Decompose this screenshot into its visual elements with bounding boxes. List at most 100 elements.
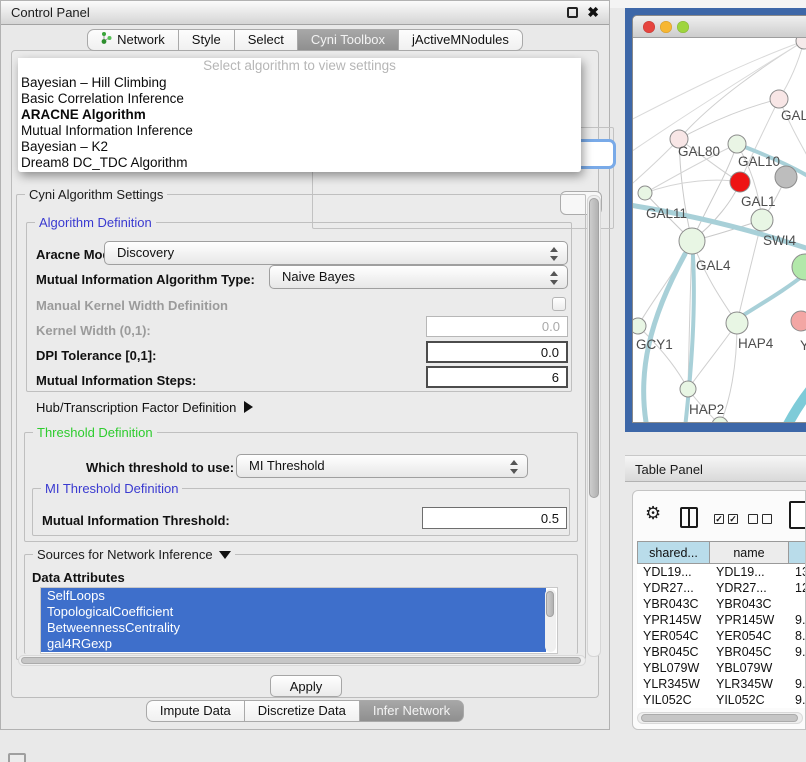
- mi-algorithm-type-select[interactable]: Naive Bayes: [269, 265, 568, 289]
- tab-cyni-toolbox[interactable]: Cyni Toolbox: [298, 29, 399, 51]
- data-attribute-item[interactable]: SelfLoops: [41, 588, 546, 604]
- settings-hscrollbar-track[interactable]: [18, 655, 586, 666]
- network-node[interactable]: [638, 186, 652, 200]
- close-icon[interactable]: [587, 4, 599, 21]
- network-node[interactable]: [726, 312, 748, 334]
- document-icon[interactable]: [789, 501, 806, 529]
- algorithm-menu-item[interactable]: ARACNE Algorithm: [18, 107, 581, 123]
- network-node[interactable]: [728, 135, 746, 153]
- attributes-vscrollbar-track[interactable]: [545, 589, 556, 652]
- mac-close-button[interactable]: [643, 21, 655, 33]
- mac-zoom-button[interactable]: [677, 21, 689, 33]
- table-row[interactable]: YBR045CYBR045C9.: [637, 644, 806, 660]
- tab-discretize-data[interactable]: Discretize Data: [245, 700, 360, 722]
- table-row[interactable]: YIL052CYIL052C9.: [637, 692, 806, 708]
- tab-style[interactable]: Style: [179, 29, 235, 51]
- network-canvas[interactable]: GALGAL80GAL10GAL1GAL11SWI4GAL4GCY1HAP4YH…: [633, 38, 806, 423]
- table-column-header[interactable]: shared...: [637, 541, 710, 564]
- tab-impute-data[interactable]: Impute Data: [146, 700, 245, 722]
- algorithm-definition-label: Algorithm Definition: [35, 215, 156, 230]
- network-edge[interactable]: [633, 41, 804, 123]
- deselect-all-checkbox-icon[interactable]: [762, 514, 772, 524]
- network-node[interactable]: [796, 38, 806, 49]
- control-panel-title: Control Panel: [11, 5, 90, 20]
- table-row[interactable]: YBL079WYBL079W: [637, 660, 806, 676]
- deselect-all-checkbox-icon[interactable]: [748, 514, 758, 524]
- algorithm-menu-item[interactable]: Bayesian – Hill Climbing: [18, 75, 581, 91]
- tab-network[interactable]: Network: [87, 29, 179, 51]
- collapse-down-icon[interactable]: [219, 551, 231, 559]
- data-attribute-item[interactable]: BetweennessCentrality: [41, 620, 546, 636]
- network-edge[interactable]: [688, 323, 737, 389]
- mi-steps-input[interactable]: 6: [426, 366, 568, 388]
- panel-grip[interactable]: [8, 753, 26, 762]
- network-edge[interactable]: [679, 41, 804, 139]
- algorithm-menu-item[interactable]: Basic Correlation Inference: [18, 91, 581, 107]
- settings-vscrollbar-track[interactable]: [587, 195, 601, 657]
- network-edge[interactable]: [692, 241, 737, 323]
- network-edge[interactable]: [785, 384, 806, 423]
- float-window-icon[interactable]: [567, 7, 578, 18]
- settings-vscrollbar-thumb[interactable]: [589, 198, 599, 498]
- tab-select[interactable]: Select: [235, 29, 298, 51]
- table-hscrollbar-thumb[interactable]: [641, 714, 798, 722]
- table-row[interactable]: YLR345WYLR345W9.: [637, 676, 806, 692]
- data-attributes-list[interactable]: SelfLoopsTopologicalCoefficientBetweenne…: [40, 587, 558, 654]
- which-threshold-select[interactable]: MI Threshold: [236, 454, 528, 478]
- apply-button[interactable]: Apply: [270, 675, 342, 697]
- table-row[interactable]: YDR27...YDR27...12: [637, 580, 806, 596]
- table-row[interactable]: YBR043CYBR043C: [637, 596, 806, 612]
- sources-group-label[interactable]: Sources for Network Inference: [33, 547, 235, 562]
- tab-infer-network[interactable]: Infer Network: [360, 700, 464, 722]
- network-node[interactable]: [770, 90, 788, 108]
- network-node[interactable]: [633, 318, 646, 334]
- network-node[interactable]: [679, 228, 705, 254]
- network-graph[interactable]: GALGAL80GAL10GAL1GAL11SWI4GAL4GCY1HAP4YH…: [633, 38, 806, 423]
- data-attribute-item[interactable]: TopologicalCoefficient: [41, 604, 546, 620]
- network-node[interactable]: [680, 381, 696, 397]
- network-node[interactable]: [751, 209, 773, 231]
- network-node[interactable]: [792, 254, 806, 280]
- attributes-vscrollbar-thumb[interactable]: [546, 591, 554, 617]
- network-node[interactable]: [791, 311, 806, 331]
- select-all-checkbox-icon[interactable]: [728, 514, 738, 524]
- network-edge[interactable]: [645, 180, 740, 193]
- network-window-titlebar[interactable]: [633, 16, 806, 38]
- table-column-header[interactable]: A: [789, 541, 806, 564]
- table-column-header[interactable]: name: [710, 541, 789, 564]
- network-edge[interactable]: [633, 139, 679, 190]
- mac-minimize-button[interactable]: [660, 21, 672, 33]
- tab-jactivemnodules[interactable]: jActiveMNodules: [399, 29, 523, 51]
- network-node-label: GAL4: [696, 258, 731, 273]
- table-hscrollbar-track[interactable]: [637, 712, 803, 724]
- tab-label: Discretize Data: [258, 701, 346, 721]
- table-cell: YBR043C: [637, 596, 710, 612]
- control-panel-tabs: NetworkStyleSelectCyni Toolbox jActiveMNo…: [1, 29, 609, 51]
- aracne-mode-select[interactable]: Discovery: [104, 241, 568, 265]
- mi-threshold-input[interactable]: 0.5: [422, 507, 567, 529]
- network-node[interactable]: [730, 172, 750, 192]
- network-edge[interactable]: [679, 99, 779, 139]
- algorithm-menu-item[interactable]: Bayesian – K2: [18, 139, 581, 155]
- dpi-tolerance-input[interactable]: 0.0: [426, 341, 568, 363]
- column-browser-icon[interactable]: [680, 507, 698, 528]
- hub-section-toggle[interactable]: Hub/Transcription Factor Definition: [36, 400, 253, 415]
- gear-icon[interactable]: [645, 503, 661, 524]
- manual-kernel-width-checkbox[interactable]: [552, 297, 566, 311]
- expand-right-icon[interactable]: [244, 401, 253, 413]
- select-all-checkbox-icon[interactable]: [714, 514, 724, 524]
- settings-hscrollbar-thumb[interactable]: [21, 657, 581, 664]
- table-row[interactable]: YPR145WYPR145W9.: [637, 612, 806, 628]
- network-edge[interactable]: [740, 99, 779, 182]
- tab-label: Impute Data: [160, 701, 231, 721]
- network-node[interactable]: [712, 417, 728, 423]
- table-cell: YIL052C: [637, 692, 710, 708]
- network-node[interactable]: [775, 166, 797, 188]
- network-edge[interactable]: [739, 271, 806, 318]
- table-row[interactable]: YDL19...YDL19...13: [637, 564, 806, 580]
- algorithm-menu-item[interactable]: Mutual Information Inference: [18, 123, 581, 139]
- table-row[interactable]: YER054CYER054C8.: [637, 628, 806, 644]
- tab-label: jActiveMNodules: [412, 30, 509, 50]
- data-attribute-item[interactable]: gal4RGexp: [41, 636, 546, 652]
- algorithm-menu-item[interactable]: Dream8 DC_TDC Algorithm: [18, 155, 581, 171]
